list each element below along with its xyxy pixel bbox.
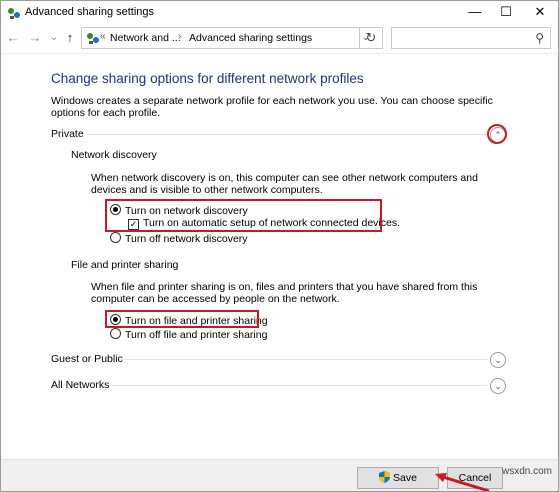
page-title: Change sharing options for different net… (51, 71, 364, 86)
recent-locations-button[interactable]: ⌄ (46, 30, 62, 46)
search-icon[interactable]: ⚲ (535, 31, 544, 45)
overflow-chevron[interactable]: « (100, 31, 106, 42)
section-divider (87, 134, 487, 135)
advanced-sharing-window: Advanced sharing settings — ☐ ✕ ← → ⌄ ↑ … (0, 0, 559, 492)
annotation-box (105, 310, 259, 328)
forward-button[interactable]: → (27, 30, 43, 46)
turn-off-network-discovery-radio[interactable]: Turn off network discovery (110, 232, 248, 245)
annotation-arrow (435, 473, 490, 491)
search-input[interactable]: ⚲ (391, 27, 551, 49)
file-sharing-description: When file and printer sharing is on, fil… (91, 281, 478, 305)
radio-unselected[interactable] (110, 328, 121, 339)
private-section-label[interactable]: Private (51, 128, 84, 140)
close-button[interactable]: ✕ (523, 1, 557, 23)
option-label: Turn off file and printer sharing (125, 329, 268, 341)
address-row: ← → ⌄ ↑ « Network and ... › Advanced sha… (1, 25, 558, 54)
intro-text: Windows creates a separate network profi… (51, 95, 493, 119)
network-discovery-heading: Network discovery (71, 149, 157, 161)
breadcrumb-network[interactable]: Network and ... (110, 32, 181, 44)
annotation-box (105, 199, 382, 232)
address-bar[interactable]: « Network and ... › Advanced sharing set… (81, 27, 383, 49)
network-icon (8, 8, 20, 19)
maximize-button[interactable]: ☐ (489, 1, 523, 23)
back-button[interactable]: ← (5, 30, 21, 46)
save-changes-button[interactable]: Save changes (357, 467, 439, 489)
turn-off-file-sharing-radio[interactable]: Turn off file and printer sharing (110, 328, 267, 341)
title-bar: Advanced sharing settings — ☐ ✕ (1, 1, 558, 25)
option-label: Turn off network discovery (125, 233, 248, 245)
refresh-button[interactable]: ↻ (359, 27, 383, 49)
expand-all-networks-button[interactable]: ⌄ (490, 378, 506, 394)
guest-public-section-label[interactable]: Guest or Public (51, 353, 123, 365)
window-title: Advanced sharing settings (25, 6, 155, 18)
uac-shield-icon (379, 471, 391, 483)
section-divider (119, 359, 487, 360)
annotation-circle (487, 124, 507, 144)
watermark-text: wsxdn.com (501, 466, 552, 477)
expand-guest-public-button[interactable]: ⌄ (490, 352, 506, 368)
breadcrumb-separator[interactable]: › (178, 31, 181, 42)
up-button[interactable]: ↑ (62, 30, 78, 46)
network-icon (87, 33, 99, 44)
breadcrumb-advanced-sharing[interactable]: Advanced sharing settings (189, 32, 312, 44)
section-divider (109, 385, 487, 386)
radio-unselected[interactable] (110, 232, 121, 243)
file-sharing-heading: File and printer sharing (71, 259, 179, 271)
minimize-button[interactable]: — (458, 1, 492, 23)
all-networks-section-label[interactable]: All Networks (51, 379, 109, 391)
network-discovery-description: When network discovery is on, this compu… (91, 172, 478, 196)
